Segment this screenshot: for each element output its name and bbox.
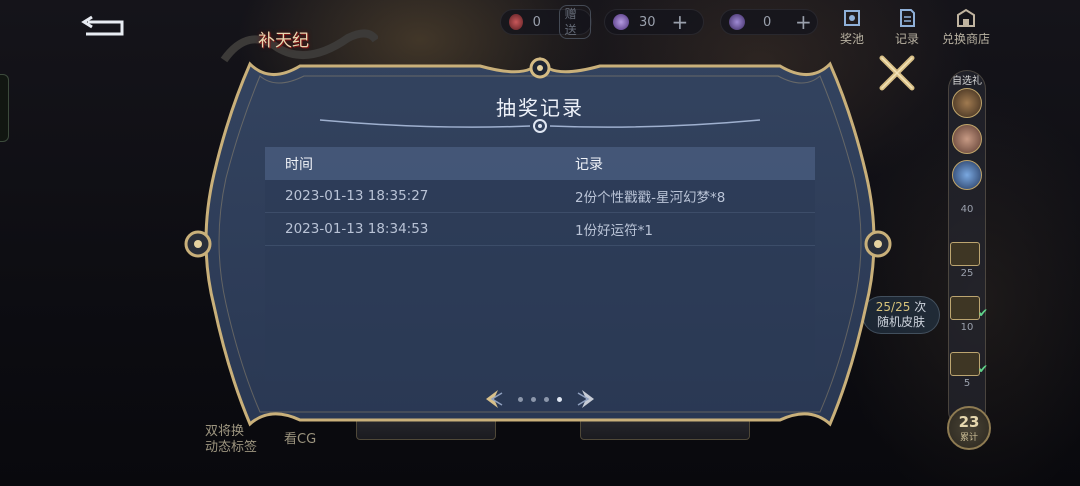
diamond-icon bbox=[613, 14, 629, 30]
record-icon bbox=[900, 9, 915, 27]
gift-label[interactable]: 赠送 bbox=[558, 5, 591, 39]
prize-pool-link[interactable]: 奖池 bbox=[840, 8, 864, 47]
column-header-time: 时间 bbox=[285, 156, 313, 173]
crystal-icon bbox=[509, 14, 523, 30]
table-header: 时间 记录 bbox=[265, 147, 815, 180]
total-draws-badge: 23 累计 bbox=[947, 406, 991, 450]
chest-icon[interactable] bbox=[950, 296, 980, 320]
diamond-count: 30 bbox=[639, 14, 656, 30]
rail-header[interactable]: 自选礼 bbox=[940, 72, 994, 87]
currency-crystal: 0 赠送 bbox=[500, 5, 592, 39]
record-label: 记录 bbox=[895, 32, 920, 46]
total-draws-label: 累计 bbox=[959, 433, 978, 443]
check-icon: ✔ bbox=[978, 362, 989, 376]
page-dot[interactable] bbox=[557, 396, 562, 402]
record-link[interactable]: 记录 bbox=[895, 8, 919, 47]
row-record: 2份个性戳戳-星河幻梦*8 bbox=[575, 190, 726, 206]
column-header-record: 记录 bbox=[575, 156, 603, 173]
milestone-10: 10 bbox=[960, 322, 974, 333]
milestone-25: 25 bbox=[960, 268, 974, 279]
dialog-title: 抽奖记录 bbox=[496, 96, 584, 120]
prize-pool-label: 奖池 bbox=[840, 32, 865, 46]
guarantee-suffix: 次 bbox=[914, 300, 927, 314]
pagination bbox=[0, 388, 1080, 410]
add-diamond-button[interactable]: + bbox=[672, 12, 689, 32]
currency-diamond: 30 + bbox=[604, 9, 704, 35]
currency-gem: 0 + bbox=[720, 9, 818, 35]
row-time: 2023-01-13 18:35:27 bbox=[285, 188, 429, 204]
shop-icon bbox=[957, 8, 975, 27]
milestone-40: 40 bbox=[960, 204, 974, 215]
gem-count: 0 bbox=[763, 14, 772, 30]
draw-record-table: 时间 记录 2023-01-13 18:35:27 2份个性戳戳-星河幻梦*8 … bbox=[265, 147, 815, 381]
row-time: 2023-01-13 18:34:53 bbox=[285, 221, 429, 237]
total-draws-count: 23 bbox=[958, 413, 980, 431]
exchange-shop-link[interactable]: 兑换商店 bbox=[942, 8, 990, 47]
next-page-icon[interactable] bbox=[576, 388, 598, 410]
prev-page-icon[interactable] bbox=[482, 388, 504, 410]
table-row: 2023-01-13 18:34:53 1份好运符*1 bbox=[265, 213, 815, 246]
check-icon: ✔ bbox=[978, 306, 989, 320]
row-record: 1份好运符*1 bbox=[575, 223, 653, 239]
crystal-count: 0 bbox=[532, 14, 541, 30]
exchange-shop-label: 兑换商店 bbox=[942, 32, 991, 46]
page-dot[interactable] bbox=[531, 396, 536, 402]
chest-icon[interactable] bbox=[950, 352, 980, 376]
page-dots bbox=[518, 396, 562, 402]
chest-icon[interactable] bbox=[950, 242, 980, 266]
add-gem-button[interactable]: + bbox=[795, 12, 812, 32]
bottom-label: 动态标签 bbox=[205, 440, 258, 455]
page-dot[interactable] bbox=[544, 396, 549, 402]
table-row: 2023-01-13 18:35:27 2份个性戳戳-星河幻梦*8 bbox=[265, 180, 815, 213]
reward-avatar[interactable] bbox=[952, 160, 982, 190]
close-icon[interactable] bbox=[874, 50, 920, 96]
page-dot[interactable] bbox=[518, 396, 523, 402]
prize-pool-icon bbox=[844, 10, 860, 26]
event-logo-text: 补天纪 bbox=[258, 31, 309, 51]
gem-icon bbox=[729, 14, 745, 30]
back-icon[interactable] bbox=[78, 14, 128, 40]
reward-avatar[interactable] bbox=[952, 124, 982, 154]
